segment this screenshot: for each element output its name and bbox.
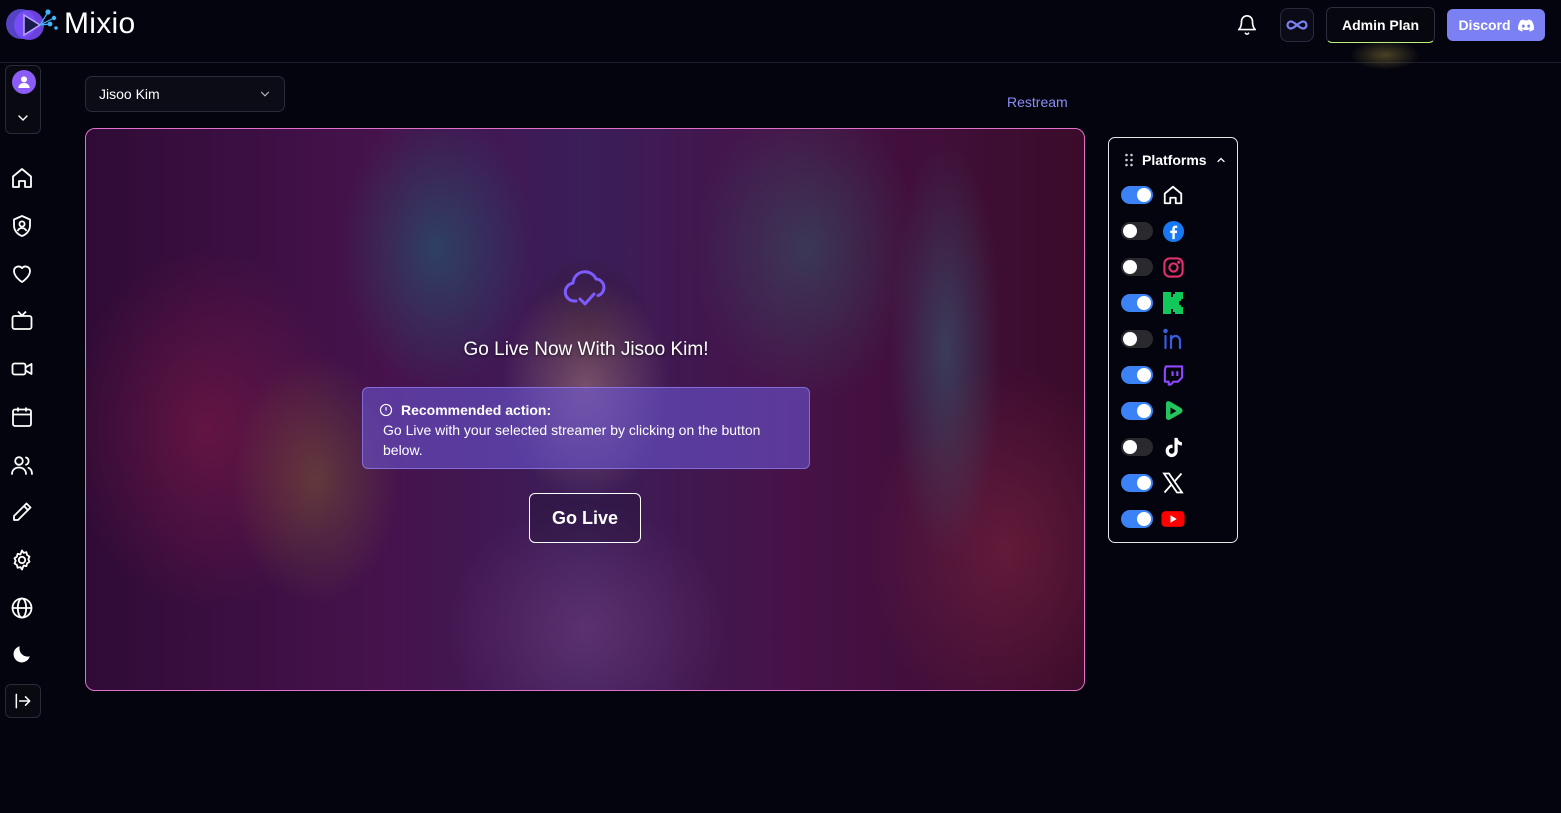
- sidebar-item-theme[interactable]: [8, 640, 36, 668]
- tv-icon: [11, 310, 33, 330]
- shield-user-icon: [13, 215, 31, 237]
- platform-toggle-tiktok[interactable]: [1121, 438, 1153, 456]
- notifications-button[interactable]: [1233, 11, 1261, 39]
- notice-body: Go Live with your selected streamer by c…: [383, 422, 761, 458]
- x-icon: [1161, 471, 1185, 495]
- recommended-action-notice: Recommended action: Go Live with your se…: [362, 387, 810, 469]
- chevron-down-icon: [260, 91, 270, 97]
- streamer-select-value: Jisoo Kim: [99, 86, 160, 102]
- platform-row-kick: [1121, 291, 1185, 315]
- tiktok-icon: [1161, 435, 1185, 459]
- platforms-header[interactable]: Platforms: [1124, 152, 1227, 168]
- infinity-icon: [1286, 20, 1308, 30]
- top-bar: Mixio Admin Plan Discord: [0, 0, 1561, 70]
- platform-row-twitch: [1121, 363, 1185, 387]
- mixio-logo-icon: [6, 9, 58, 40]
- arrow-right-to-line-icon: [15, 693, 31, 709]
- account-dropdown-toggle[interactable]: [15, 110, 31, 131]
- platform-row-linkedin: [1121, 327, 1185, 351]
- heart-icon: [13, 265, 31, 283]
- discord-label: Discord: [1458, 17, 1511, 33]
- discord-icon: [1517, 19, 1534, 31]
- sidebar-item-edit[interactable]: [8, 498, 36, 526]
- account-switcher[interactable]: [5, 65, 41, 134]
- rumble-icon: [1161, 399, 1185, 423]
- platform-toggle-x[interactable]: [1121, 474, 1153, 492]
- sidebar-item-favorites[interactable]: [8, 260, 36, 288]
- users-icon: [11, 456, 33, 475]
- platform-row-facebook: [1121, 219, 1185, 243]
- platform-toggle-kick[interactable]: [1121, 294, 1153, 312]
- discord-button[interactable]: Discord: [1447, 9, 1545, 41]
- globe-icon: [11, 597, 33, 619]
- kick-icon: [1161, 291, 1185, 315]
- gear-icon: [13, 549, 31, 571]
- bell-icon: [1237, 15, 1257, 35]
- twitch-icon: [1161, 363, 1185, 387]
- unlimited-button[interactable]: [1280, 8, 1314, 42]
- sidebar-item-users[interactable]: [8, 451, 36, 479]
- app-name: Mixio: [64, 7, 136, 40]
- youtube-icon: [1161, 507, 1185, 531]
- platform-row-x: [1121, 471, 1185, 495]
- platform-row-youtube: [1121, 507, 1185, 531]
- sidebar-item-video[interactable]: [8, 355, 36, 383]
- info-icon: [379, 403, 393, 417]
- platform-toggle-twitch[interactable]: [1121, 366, 1153, 384]
- user-icon: [18, 76, 30, 88]
- platform-row-rumble: [1121, 399, 1185, 423]
- platform-toggle-home[interactable]: [1121, 186, 1153, 204]
- restream-link[interactable]: Restream: [1007, 94, 1068, 110]
- calendar-icon: [12, 407, 32, 427]
- sidebar-item-security[interactable]: [8, 212, 36, 240]
- video-camera-icon: [11, 362, 33, 376]
- instagram-icon: [1161, 255, 1185, 279]
- decorative-glow: [1350, 40, 1420, 70]
- platform-toggle-rumble[interactable]: [1121, 402, 1153, 420]
- platform-toggle-youtube[interactable]: [1121, 510, 1153, 528]
- platform-row-home: [1121, 183, 1185, 207]
- streamer-select[interactable]: Jisoo Kim: [85, 76, 285, 112]
- platform-toggle-facebook[interactable]: [1121, 222, 1153, 240]
- platform-row-tiktok: [1121, 435, 1185, 459]
- cloud-check-icon: [563, 269, 609, 316]
- sidebar-collapse-button[interactable]: [5, 684, 41, 718]
- sidebar-item-language[interactable]: [8, 594, 36, 622]
- pencil-icon: [13, 502, 32, 521]
- platforms-panel: Platforms: [1108, 137, 1238, 543]
- stage-title: Go Live Now With Jisoo Kim!: [463, 339, 709, 360]
- home-icon: [1161, 183, 1185, 207]
- home-icon: [12, 168, 32, 188]
- admin-plan-button[interactable]: Admin Plan: [1326, 7, 1435, 43]
- sidebar-item-home[interactable]: [8, 164, 36, 192]
- sidebar-item-tv[interactable]: [8, 307, 36, 335]
- platform-toggle-linkedin[interactable]: [1121, 330, 1153, 348]
- sidebar-item-calendar[interactable]: [8, 403, 36, 431]
- notice-title: Recommended action:: [401, 402, 552, 418]
- moon-icon: [13, 646, 30, 663]
- linkedin-icon: [1161, 327, 1185, 351]
- avatar[interactable]: [12, 70, 36, 94]
- drag-handle-icon[interactable]: [1124, 153, 1134, 167]
- chevron-up-icon: [1216, 157, 1225, 163]
- sidebar-item-settings[interactable]: [8, 546, 36, 574]
- platform-toggle-instagram[interactable]: [1121, 258, 1153, 276]
- chevron-down-icon: [18, 115, 28, 121]
- app-logo[interactable]: Mixio: [4, 4, 136, 44]
- platforms-title: Platforms: [1142, 152, 1207, 168]
- facebook-icon: [1161, 219, 1185, 243]
- go-live-button[interactable]: Go Live: [529, 493, 641, 543]
- live-preview-stage: Go Live Now With Jisoo Kim! Recommended …: [85, 128, 1085, 691]
- platform-row-instagram: [1121, 255, 1185, 279]
